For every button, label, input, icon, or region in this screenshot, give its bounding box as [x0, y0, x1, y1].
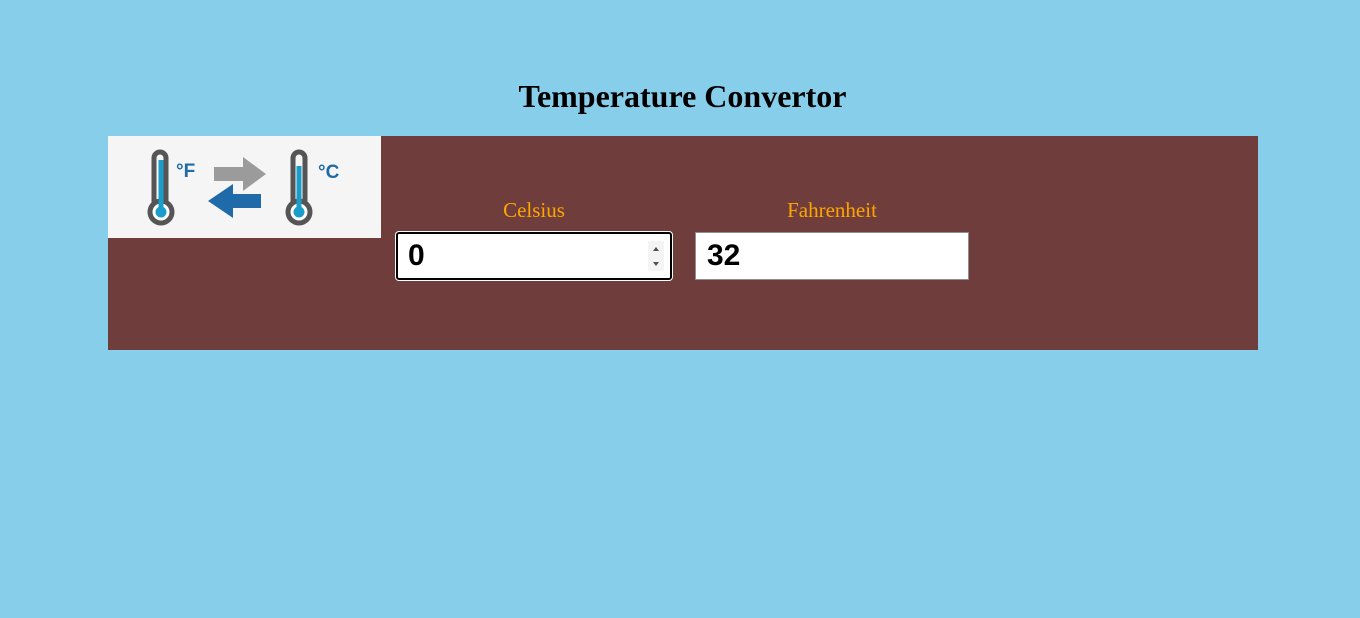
spin-up-icon[interactable]: [653, 246, 659, 251]
celsius-thermometer-icon: [285, 149, 313, 226]
swap-arrows-icon: [208, 157, 266, 218]
fahrenheit-celsius-convert-icon: °F °C: [147, 149, 340, 226]
number-spinner[interactable]: [648, 241, 664, 271]
page-title: Temperature Convertor: [518, 78, 847, 114]
celsius-label: Celsius: [503, 198, 565, 222]
converter-panel: °F °C Celsius Fahrenheit: [108, 136, 1258, 350]
fahrenheit-label: Fahrenheit: [787, 198, 877, 222]
logo: °F °C: [108, 136, 381, 238]
celsius-input[interactable]: [398, 234, 670, 278]
celsius-field: [396, 232, 672, 280]
fahrenheit-thermometer-icon: [147, 149, 175, 226]
celsius-unit-label: °C: [318, 162, 340, 183]
fahrenheit-input[interactable]: [696, 233, 968, 279]
fahrenheit-field: [695, 232, 969, 280]
spin-down-icon[interactable]: [653, 261, 659, 266]
fahrenheit-unit-label: °F: [176, 161, 195, 182]
